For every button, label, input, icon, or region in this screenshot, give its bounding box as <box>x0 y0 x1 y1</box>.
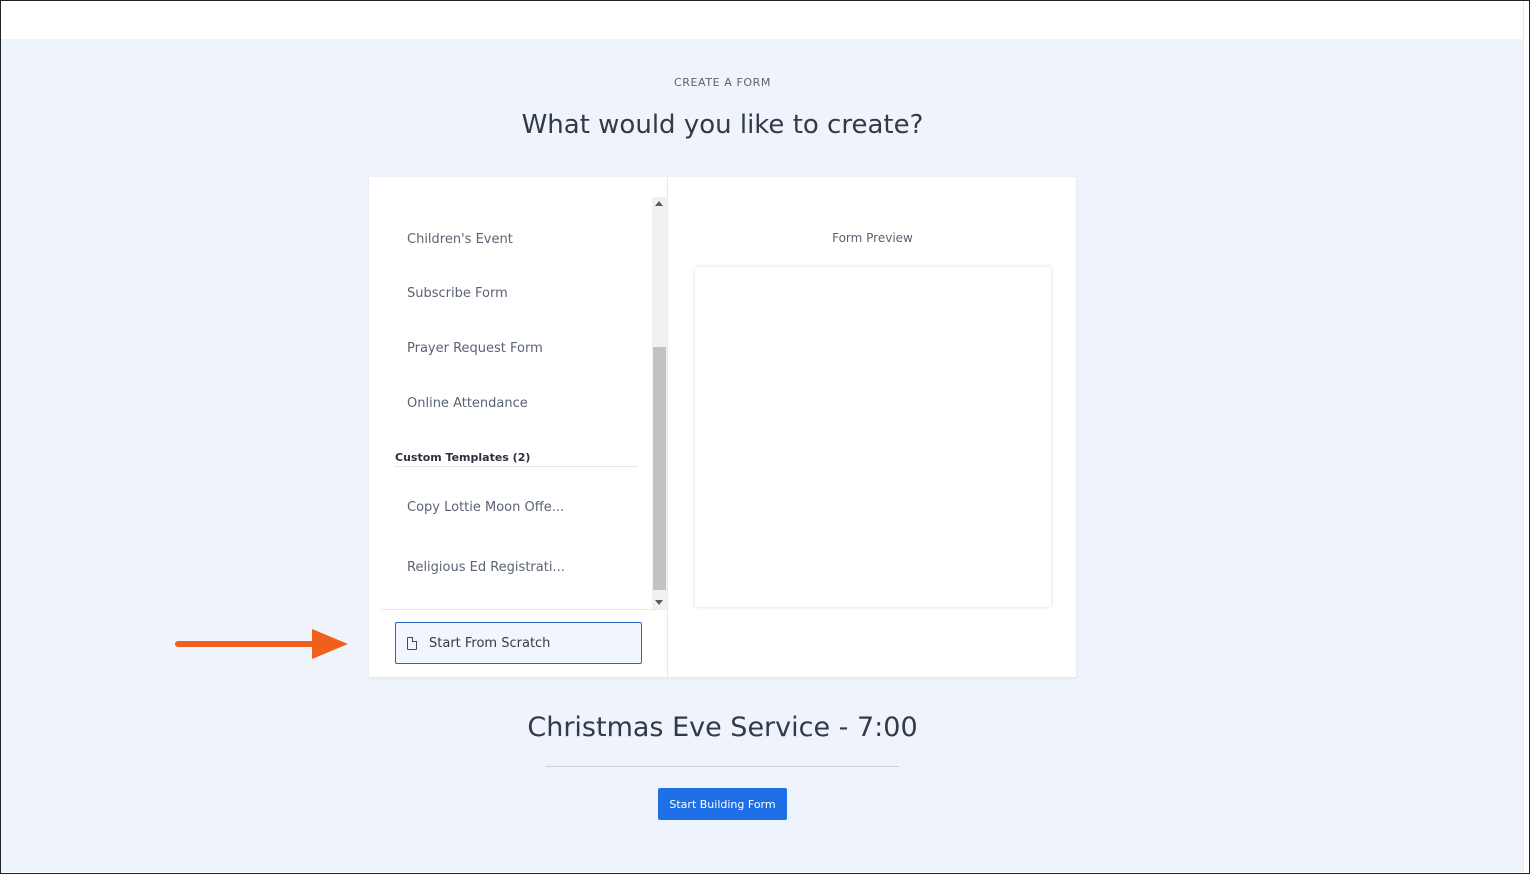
form-name-heading[interactable]: Christmas Eve Service - 7:00 <box>0 712 1445 743</box>
custom-templates-heading: Custom Templates (2) <box>395 451 531 464</box>
form-preview-title: Form Preview <box>832 231 913 245</box>
section-divider <box>394 466 638 467</box>
template-item-childrens-event[interactable]: Children's Event <box>407 232 513 247</box>
template-item-subscribe-form[interactable]: Subscribe Form <box>407 286 508 301</box>
template-picker-card: Children's Event Subscribe Form Prayer R… <box>369 177 1076 677</box>
template-item-online-attendance[interactable]: Online Attendance <box>407 396 528 411</box>
template-item-religious-ed[interactable]: Religious Ed Registrati... <box>407 560 565 575</box>
form-name-underline <box>546 766 899 767</box>
template-list[interactable]: Children's Event Subscribe Form Prayer R… <box>381 197 652 609</box>
start-building-form-button[interactable]: Start Building Form <box>658 788 787 820</box>
start-from-scratch-label: Start From Scratch <box>429 635 551 651</box>
scroll-up-arrow-icon[interactable] <box>655 201 663 206</box>
template-list-scrollbar[interactable] <box>652 197 667 609</box>
form-preview-area <box>695 267 1051 607</box>
template-list-pane: Children's Event Subscribe Form Prayer R… <box>369 177 668 677</box>
page-eyebrow: CREATE A FORM <box>673 76 772 89</box>
template-item-copy-lottie-moon[interactable]: Copy Lottie Moon Offe... <box>407 500 564 515</box>
start-from-scratch-button[interactable]: Start From Scratch <box>395 622 642 664</box>
annotation-arrow-icon <box>175 629 348 659</box>
scrollbar-thumb[interactable] <box>653 347 666 590</box>
top-bar <box>1 1 1523 39</box>
page-title: What would you like to create? <box>521 110 924 140</box>
list-footer-divider <box>381 609 667 610</box>
document-icon <box>407 636 417 650</box>
right-edge <box>1523 1 1529 873</box>
template-item-prayer-request-form[interactable]: Prayer Request Form <box>407 341 543 356</box>
scroll-down-arrow-icon[interactable] <box>655 600 663 605</box>
